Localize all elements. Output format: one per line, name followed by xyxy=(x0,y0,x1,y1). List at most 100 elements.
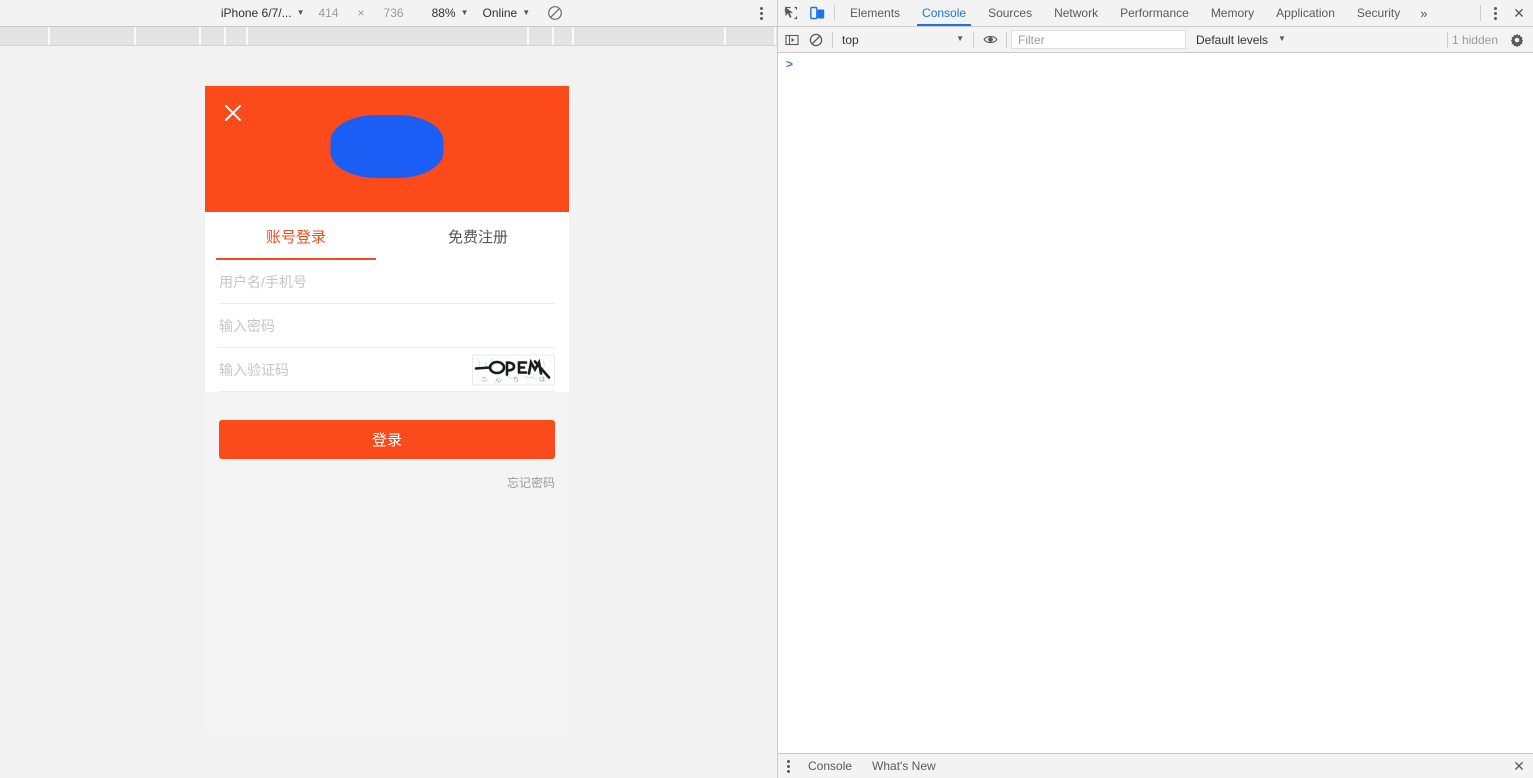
console-prompt-input[interactable] xyxy=(799,57,1533,72)
emulated-viewport-area: 账号登录 免费注册 用户名/手机号 输入验证码 こ ん ち は 登录 忘记密码 xyxy=(0,46,777,778)
device-selector-label: iPhone 6/7/... xyxy=(220,6,292,20)
console-prompt-row: > xyxy=(778,53,1533,75)
tab-network[interactable]: Network xyxy=(1043,0,1109,26)
tab-application[interactable]: Application xyxy=(1265,0,1346,26)
svg-text:ち: ち xyxy=(513,376,519,383)
ruler-separator xyxy=(246,27,248,45)
svg-text:ん: ん xyxy=(495,377,501,384)
console-message-area[interactable]: > xyxy=(778,53,1533,753)
console-log-levels-label: Default levels xyxy=(1196,32,1269,47)
dot xyxy=(759,6,763,10)
chevron-down-icon: ▼ xyxy=(522,7,531,17)
create-live-expression-icon[interactable] xyxy=(978,28,1002,52)
username-field-row xyxy=(219,260,555,304)
clear-console-icon[interactable] xyxy=(804,28,828,52)
dot xyxy=(786,759,790,763)
console-context-value: top xyxy=(842,32,859,47)
network-throttle-value: Online xyxy=(482,6,518,20)
divider xyxy=(834,5,835,21)
app-root: iPhone 6/7/... ▼ 414 × 736 88% ▼ Online … xyxy=(0,0,1533,778)
login-form: こ ん ち は xyxy=(205,260,569,392)
tab-sources-label: Sources xyxy=(988,6,1033,20)
dimension-separator: × xyxy=(357,6,365,20)
login-tabs: 账号登录 免费注册 xyxy=(205,212,569,260)
drawer-tab-console-label: Console xyxy=(808,759,853,773)
ruler-separator xyxy=(199,27,201,45)
ruler-separator xyxy=(48,27,50,45)
more-tabs-icon[interactable]: » xyxy=(1411,0,1436,26)
zoom-selector[interactable]: 88% ▼ xyxy=(425,3,476,23)
network-throttle-selector[interactable]: Online ▼ xyxy=(476,3,538,23)
devtools-drawer-tabbar: Console What's New ✕ xyxy=(778,753,1533,778)
console-log-levels-selector[interactable]: Default levels ▼ xyxy=(1196,33,1286,47)
device-selector[interactable]: iPhone 6/7/... ▼ xyxy=(214,3,312,23)
device-toolbar-controls: iPhone 6/7/... ▼ 414 × 736 88% ▼ Online … xyxy=(0,0,777,26)
chevron-down-icon: ▼ xyxy=(296,7,305,17)
tab-application-label: Application xyxy=(1276,6,1335,20)
login-button[interactable]: 登录 xyxy=(219,420,555,459)
drawer-more-icon[interactable] xyxy=(778,754,798,778)
device-emulation-pane: iPhone 6/7/... ▼ 414 × 736 88% ▼ Online … xyxy=(0,0,778,778)
viewport-height-input[interactable]: 736 xyxy=(377,3,411,23)
dot xyxy=(759,16,763,20)
close-drawer-icon[interactable]: ✕ xyxy=(1505,758,1533,775)
tab-account-login-label: 账号登录 xyxy=(265,228,326,246)
password-input[interactable] xyxy=(219,304,555,347)
more-tools-icon[interactable] xyxy=(1485,0,1505,26)
chevron-down-icon: ▼ xyxy=(460,7,469,17)
tab-console[interactable]: Console xyxy=(911,0,977,26)
dot xyxy=(1493,11,1497,15)
tab-elements-label: Elements xyxy=(850,6,901,20)
close-devtools-icon[interactable]: ✕ xyxy=(1505,0,1533,26)
password-field-row xyxy=(219,304,555,348)
divider xyxy=(1006,31,1007,48)
close-icon[interactable] xyxy=(222,102,244,124)
viewport-width-input[interactable]: 414 xyxy=(312,3,346,23)
drawer-tab-whats-new[interactable]: What's New xyxy=(862,754,946,778)
login-page-header xyxy=(205,86,569,212)
console-filter-input[interactable] xyxy=(1011,30,1186,49)
device-toolbar-icon[interactable] xyxy=(804,0,830,26)
ruler-separator xyxy=(552,27,554,45)
tab-performance-label: Performance xyxy=(1120,6,1189,20)
tab-account-login[interactable]: 账号登录 xyxy=(205,212,387,260)
console-sidebar-icon[interactable] xyxy=(780,28,804,52)
ruler-separator xyxy=(774,27,776,45)
tab-performance[interactable]: Performance xyxy=(1109,0,1200,26)
tab-security[interactable]: Security xyxy=(1346,0,1411,26)
zoom-value: 88% xyxy=(431,6,456,20)
console-context-selector[interactable]: top ▼ xyxy=(837,30,969,49)
username-input[interactable] xyxy=(219,260,555,303)
dot xyxy=(1493,16,1497,20)
tabbar-spacer xyxy=(1436,0,1476,26)
forgot-password-link[interactable]: 忘记密码 xyxy=(219,474,555,491)
captcha-image[interactable]: こ ん ち は xyxy=(472,354,555,385)
ruler-separator xyxy=(724,27,726,45)
divider xyxy=(1446,31,1448,48)
no-throttling-icon[interactable] xyxy=(547,5,563,21)
tab-free-register[interactable]: 免费注册 xyxy=(387,212,569,260)
captcha-field-row: こ ん ち は xyxy=(219,348,555,392)
login-actions: 登录 忘记密码 xyxy=(205,392,569,491)
tab-elements[interactable]: Elements xyxy=(839,0,911,26)
ruler-separator xyxy=(527,27,529,45)
dot xyxy=(786,764,790,768)
tab-sources[interactable]: Sources xyxy=(977,0,1043,26)
drawer-tab-console[interactable]: Console xyxy=(798,754,862,778)
dot xyxy=(1493,6,1497,10)
divider xyxy=(832,31,833,48)
inspect-element-icon[interactable] xyxy=(778,0,804,26)
divider xyxy=(973,31,974,48)
divider xyxy=(1480,5,1481,21)
dot xyxy=(786,769,790,773)
svg-text:は: は xyxy=(539,376,545,383)
console-prompt-icon: > xyxy=(786,57,794,71)
settings-gear-icon[interactable] xyxy=(1506,33,1528,47)
ruler-separator xyxy=(572,27,574,45)
viewport-ruler-bar[interactable] xyxy=(0,27,777,46)
ruler-separator xyxy=(224,27,226,45)
drawer-tab-whats-new-label: What's New xyxy=(872,759,936,773)
tab-memory[interactable]: Memory xyxy=(1200,0,1265,26)
ruler-separator xyxy=(134,27,136,45)
device-toolbar-more-button[interactable] xyxy=(753,4,769,22)
